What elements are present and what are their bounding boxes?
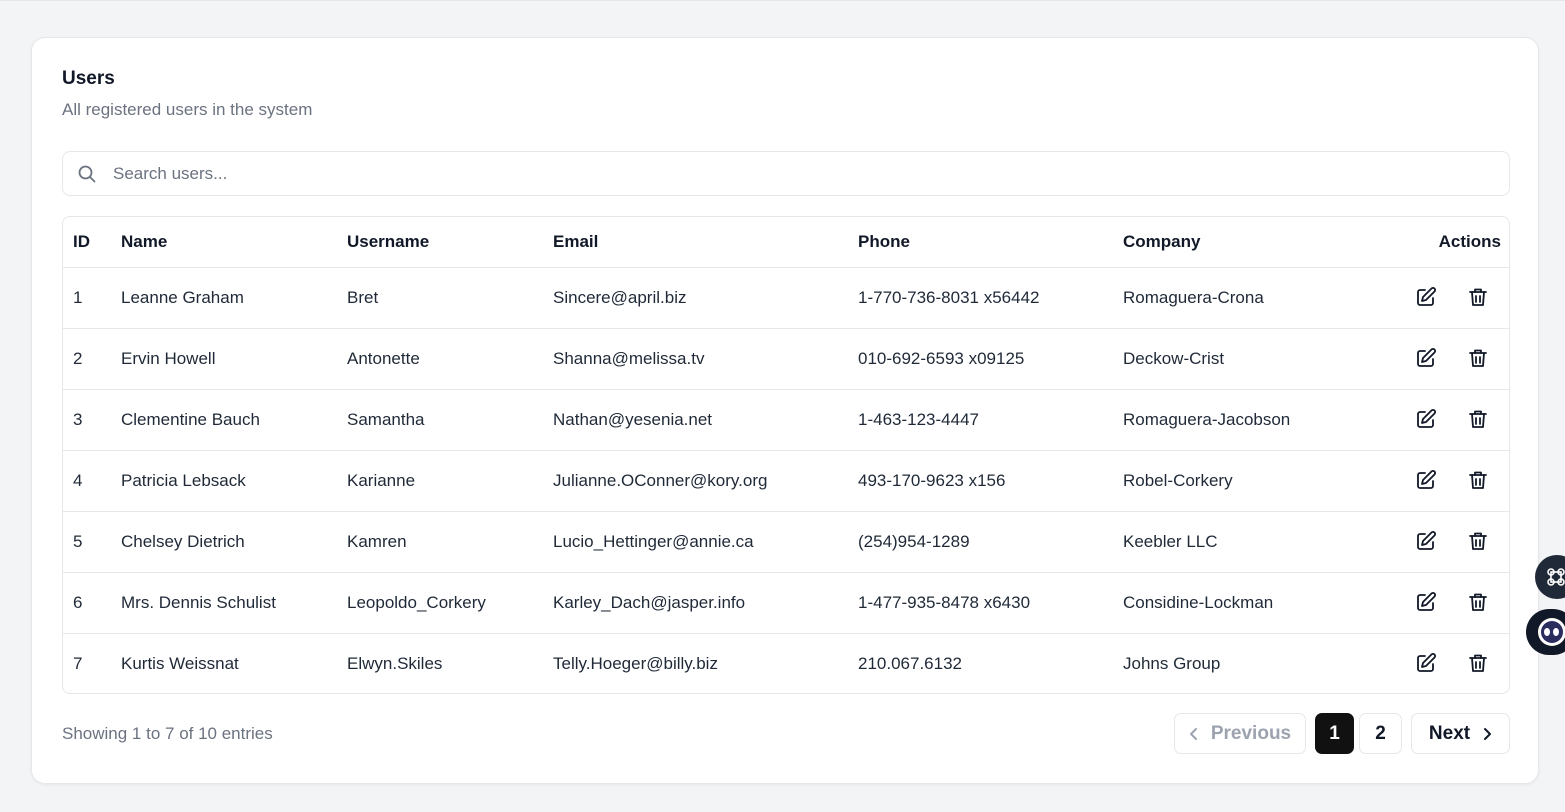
cell-phone: 1-463-123-4447 bbox=[848, 388, 1113, 450]
cell-phone: 1-477-935-8478 x6430 bbox=[848, 571, 1113, 633]
trash-icon[interactable] bbox=[1465, 591, 1489, 615]
cell-company: Keebler LLC bbox=[1113, 510, 1363, 572]
cell-id: 2 bbox=[63, 327, 111, 389]
cell-email: Sincere@april.biz bbox=[543, 266, 848, 328]
edit-icon[interactable] bbox=[1413, 347, 1437, 371]
table-row: 3 Clementine Bauch Samantha Nathan@yesenia.… bbox=[63, 388, 1509, 450]
chevron-left-icon bbox=[1189, 727, 1199, 741]
table-row: 1 Leanne Graham Bret Sincere@april.biz 1-770… bbox=[63, 266, 1509, 328]
edit-icon[interactable] bbox=[1413, 408, 1437, 432]
cell-id: 4 bbox=[63, 449, 111, 511]
cell-name: Leanne Graham bbox=[111, 266, 337, 328]
cell-email: Karley_Dach@jasper.info bbox=[543, 571, 848, 633]
cell-company: Johns Group bbox=[1113, 632, 1363, 693]
cell-email: Lucio_Hettinger@annie.ca bbox=[543, 510, 848, 572]
cell-name: Mrs. Dennis Schulist bbox=[111, 571, 337, 633]
card-title: Users bbox=[62, 68, 115, 89]
cell-phone: 1-770-736-8031 x56442 bbox=[848, 266, 1113, 328]
cell-username: Kamren bbox=[337, 510, 543, 572]
cell-username: Bret bbox=[337, 266, 543, 328]
card-subtitle: All registered users in the system bbox=[62, 100, 313, 119]
cell-actions bbox=[1363, 632, 1509, 693]
users-table: ID Name Username Email Phone Company Act… bbox=[62, 216, 1510, 694]
edit-icon[interactable] bbox=[1413, 530, 1437, 554]
cell-phone: 010-692-6593 x09125 bbox=[848, 327, 1113, 389]
page-button-1[interactable]: 1 bbox=[1315, 713, 1354, 754]
search-box bbox=[62, 151, 1510, 196]
next-page-button[interactable]: Next bbox=[1411, 713, 1510, 754]
page-button-2[interactable]: 2 bbox=[1359, 713, 1402, 754]
cell-name: Kurtis Weissnat bbox=[111, 632, 337, 693]
table-row: 7 Kurtis Weissnat Elwyn.Skiles Telly.Hoeger… bbox=[63, 632, 1509, 693]
edit-icon[interactable] bbox=[1413, 652, 1437, 676]
cell-actions bbox=[1363, 571, 1509, 633]
trash-icon[interactable] bbox=[1465, 408, 1489, 432]
cell-id: 6 bbox=[63, 571, 111, 633]
column-header-company[interactable]: Company bbox=[1113, 217, 1363, 267]
previous-page-button[interactable]: Previous bbox=[1174, 713, 1306, 754]
column-header-actions: Actions bbox=[1438, 231, 1501, 251]
command-icon[interactable] bbox=[1535, 555, 1565, 599]
cell-name: Patricia Lebsack bbox=[111, 449, 337, 511]
cell-id: 1 bbox=[63, 266, 111, 328]
cell-actions bbox=[1363, 327, 1509, 389]
cell-name: Clementine Bauch bbox=[111, 388, 337, 450]
next-label: Next bbox=[1428, 722, 1471, 744]
top-divider bbox=[0, 0, 1565, 1]
cell-username: Karianne bbox=[337, 449, 543, 511]
cell-name: Ervin Howell bbox=[111, 327, 337, 389]
cell-username: Antonette bbox=[337, 327, 543, 389]
cell-company: Considine-Lockman bbox=[1113, 571, 1363, 633]
cell-actions bbox=[1363, 449, 1509, 511]
search-input[interactable] bbox=[113, 152, 1493, 195]
table-row: 4 Patricia Lebsack Karianne Julianne.OConne… bbox=[63, 449, 1509, 511]
column-header-name[interactable]: Name bbox=[111, 217, 337, 267]
chevron-right-icon bbox=[1482, 727, 1492, 741]
entries-summary: Showing 1 to 7 of 10 entries bbox=[62, 724, 273, 743]
column-header-phone[interactable]: Phone bbox=[848, 217, 1113, 267]
table-row: 5 Chelsey Dietrich Kamren Lucio_Hettinger@a… bbox=[63, 510, 1509, 572]
edit-icon[interactable] bbox=[1413, 286, 1437, 310]
cell-email: Nathan@yesenia.net bbox=[543, 388, 848, 450]
trash-icon[interactable] bbox=[1465, 469, 1489, 493]
cell-email: Julianne.OConner@kory.org bbox=[543, 449, 848, 511]
column-header-id[interactable]: ID bbox=[63, 217, 111, 267]
previous-label: Previous bbox=[1210, 722, 1292, 744]
cell-actions bbox=[1363, 510, 1509, 572]
cell-username: Samantha bbox=[337, 388, 543, 450]
cell-email: Telly.Hoeger@billy.biz bbox=[543, 632, 848, 693]
cell-company: Robel-Corkery bbox=[1113, 449, 1363, 511]
cell-phone: 210.067.6132 bbox=[848, 632, 1113, 693]
edit-icon[interactable] bbox=[1413, 469, 1437, 493]
cell-company: Deckow-Crist bbox=[1113, 327, 1363, 389]
cell-username: Leopoldo_Corkery bbox=[337, 571, 543, 633]
cell-phone: (254)954-1289 bbox=[848, 510, 1113, 572]
edit-icon[interactable] bbox=[1413, 591, 1437, 615]
cell-id: 7 bbox=[63, 632, 111, 693]
assistant-icon[interactable] bbox=[1526, 609, 1565, 655]
trash-icon[interactable] bbox=[1465, 347, 1489, 371]
trash-icon[interactable] bbox=[1465, 286, 1489, 310]
cell-phone: 493-170-9623 x156 bbox=[848, 449, 1113, 511]
cell-id: 3 bbox=[63, 388, 111, 450]
cell-username: Elwyn.Skiles bbox=[337, 632, 543, 693]
table-header-row: ID Name Username Email Phone Company Act… bbox=[63, 217, 1509, 267]
cell-actions bbox=[1363, 266, 1509, 328]
cell-company: Romaguera-Crona bbox=[1113, 266, 1363, 328]
cell-name: Chelsey Dietrich bbox=[111, 510, 337, 572]
column-header-username[interactable]: Username bbox=[337, 217, 543, 267]
search-icon bbox=[77, 164, 97, 184]
table-row: 2 Ervin Howell Antonette Shanna@melissa.tv 0… bbox=[63, 327, 1509, 389]
trash-icon[interactable] bbox=[1465, 652, 1489, 676]
column-header-email[interactable]: Email bbox=[543, 217, 848, 267]
table-row: 6 Mrs. Dennis Schulist Leopoldo_Corkery Kar… bbox=[63, 571, 1509, 633]
cell-company: Romaguera-Jacobson bbox=[1113, 388, 1363, 450]
cell-email: Shanna@melissa.tv bbox=[543, 327, 848, 389]
users-card: Users All registered users in the system… bbox=[31, 37, 1539, 784]
cell-id: 5 bbox=[63, 510, 111, 572]
cell-actions bbox=[1363, 388, 1509, 450]
trash-icon[interactable] bbox=[1465, 530, 1489, 554]
